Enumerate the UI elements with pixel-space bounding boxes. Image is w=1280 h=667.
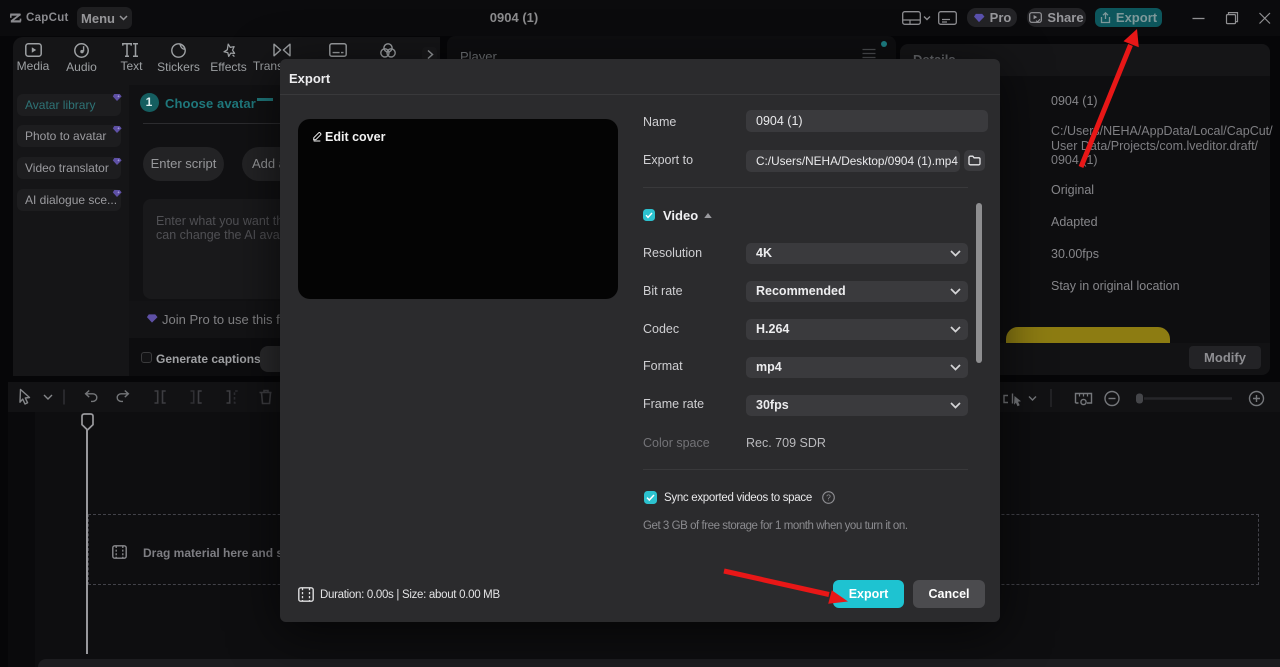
svg-text:?: ? xyxy=(826,492,831,502)
